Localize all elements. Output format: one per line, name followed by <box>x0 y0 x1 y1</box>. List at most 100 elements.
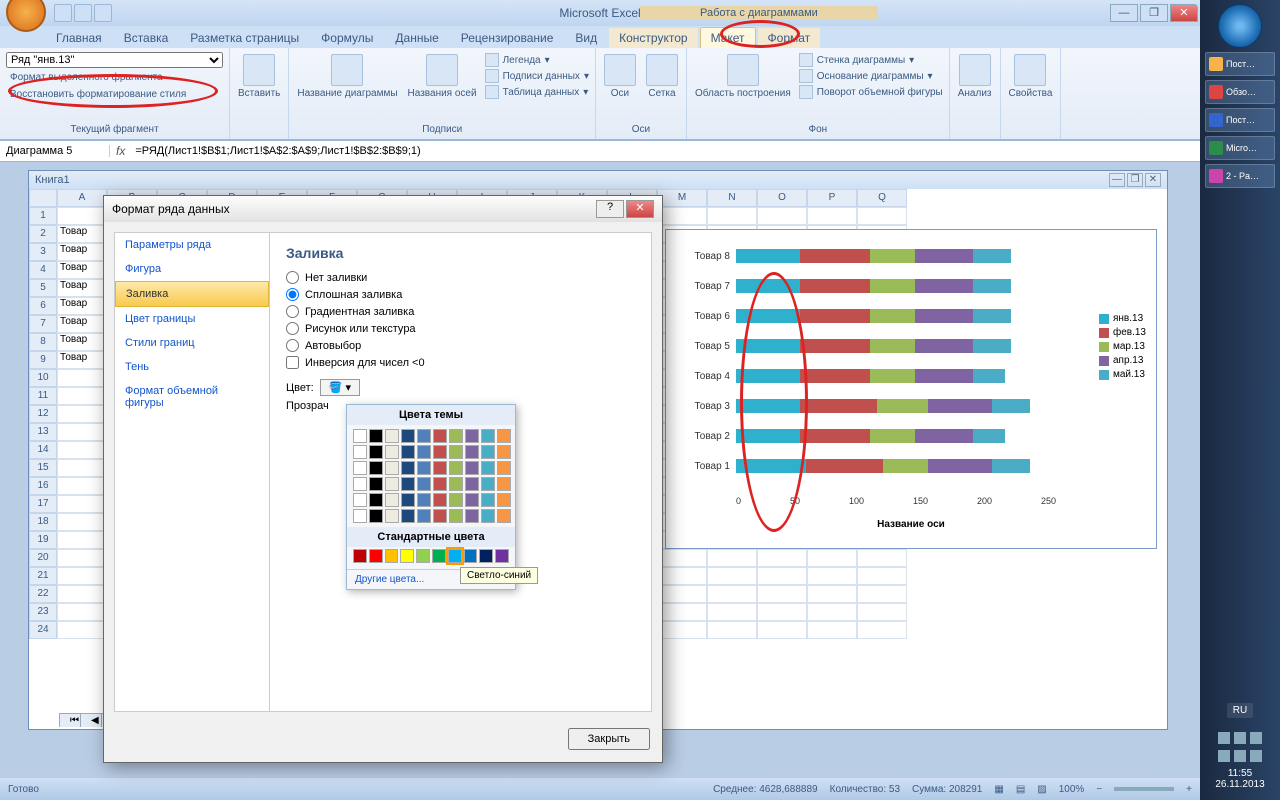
color-swatch[interactable] <box>353 493 367 507</box>
tray-icon[interactable] <box>1250 732 1262 744</box>
color-swatch[interactable] <box>417 477 431 491</box>
gridlines-button[interactable]: Сетка <box>644 52 680 101</box>
color-swatch[interactable] <box>369 509 383 523</box>
cell[interactable] <box>857 207 907 225</box>
color-swatch[interactable] <box>417 493 431 507</box>
legend-item[interactable]: мар.13 <box>1099 341 1146 352</box>
color-picker-button[interactable]: 🪣 ▾ <box>320 379 360 396</box>
cell[interactable] <box>807 585 857 603</box>
bar-segment[interactable] <box>973 309 1011 323</box>
dialog-titlebar[interactable]: Формат ряда данных ?✕ <box>104 196 662 222</box>
clock-date[interactable]: 26.11.2013 <box>1206 779 1274 790</box>
tab-view[interactable]: Вид <box>565 28 607 48</box>
bar-segment[interactable] <box>973 249 1011 263</box>
row-header[interactable]: 7 <box>29 315 57 333</box>
view-normal-icon[interactable]: ▦ <box>994 784 1003 795</box>
color-swatch[interactable] <box>449 477 463 491</box>
bar-segment[interactable] <box>870 429 915 443</box>
bar-segment[interactable] <box>915 279 973 293</box>
bar-segment[interactable] <box>736 249 800 263</box>
cell[interactable] <box>657 207 707 225</box>
cell[interactable] <box>57 495 107 513</box>
cell[interactable] <box>757 621 807 639</box>
color-swatch[interactable] <box>385 493 399 507</box>
color-swatch[interactable] <box>495 549 509 563</box>
color-swatch[interactable] <box>385 509 399 523</box>
book-max-button[interactable]: ❐ <box>1127 173 1143 187</box>
tab-home[interactable]: Главная <box>46 28 112 48</box>
color-swatch[interactable] <box>481 509 495 523</box>
color-swatch[interactable] <box>432 549 446 563</box>
color-swatch[interactable] <box>416 549 430 563</box>
row-header[interactable]: 19 <box>29 531 57 549</box>
bar-segment[interactable] <box>870 249 915 263</box>
tab-chart-layout[interactable]: Макет <box>700 27 756 48</box>
cell[interactable] <box>807 207 857 225</box>
fill-none-radio[interactable] <box>286 271 299 284</box>
taskbar-item-5[interactable]: 2 - Pa… <box>1205 164 1275 188</box>
color-swatch[interactable] <box>497 445 511 459</box>
fill-gradient-radio[interactable] <box>286 305 299 318</box>
cell[interactable] <box>57 621 107 639</box>
bar-segment[interactable] <box>870 339 915 353</box>
tab-review[interactable]: Рецензирование <box>451 28 564 48</box>
cell[interactable] <box>707 207 757 225</box>
embedded-chart[interactable]: Товар 8Товар 7Товар 6Товар 5Товар 4Товар… <box>665 229 1157 549</box>
cell[interactable] <box>707 603 757 621</box>
tab-chart-format[interactable]: Формат <box>758 28 821 48</box>
row-header[interactable]: 21 <box>29 567 57 585</box>
row-header[interactable]: 23 <box>29 603 57 621</box>
row-header[interactable]: 1 <box>29 207 57 225</box>
save-icon[interactable] <box>54 4 72 22</box>
row-header[interactable]: 16 <box>29 477 57 495</box>
plot-area-button[interactable]: Область построения <box>693 52 793 101</box>
bar-segment[interactable] <box>973 369 1005 383</box>
dialog-close-button[interactable]: ✕ <box>626 200 654 218</box>
bar-segment[interactable] <box>806 459 883 473</box>
bar-segment[interactable] <box>870 279 915 293</box>
bar-segment[interactable] <box>915 369 973 383</box>
chart-wall-button[interactable]: Стенка диаграммы ▾ <box>799 52 943 68</box>
bar-segment[interactable] <box>973 429 1005 443</box>
row-header[interactable]: 8 <box>29 333 57 351</box>
bar-segment[interactable] <box>736 369 800 383</box>
color-swatch[interactable] <box>385 477 399 491</box>
cell[interactable]: Товар <box>57 297 107 315</box>
book-close-button[interactable]: ✕ <box>1145 173 1161 187</box>
row-header[interactable]: 20 <box>29 549 57 567</box>
color-swatch[interactable] <box>353 445 367 459</box>
nav-3d-format[interactable]: Формат объемной фигуры <box>115 379 269 415</box>
analysis-button[interactable]: Анализ <box>956 52 994 101</box>
color-swatch[interactable] <box>479 549 493 563</box>
zoom-level[interactable]: 100% <box>1059 784 1085 795</box>
color-swatch[interactable] <box>481 477 495 491</box>
color-swatch[interactable] <box>449 461 463 475</box>
nav-border-styles[interactable]: Стили границ <box>115 331 269 355</box>
color-swatch[interactable] <box>433 477 447 491</box>
invert-negative-checkbox[interactable] <box>286 356 299 369</box>
start-button[interactable] <box>1218 4 1262 48</box>
color-swatch[interactable] <box>401 445 415 459</box>
bar-segment[interactable] <box>928 459 992 473</box>
chart-element-dropdown[interactable]: Ряд "янв.13" <box>6 52 223 68</box>
color-swatch[interactable] <box>369 477 383 491</box>
tray-icon[interactable] <box>1218 732 1230 744</box>
color-swatch[interactable] <box>417 445 431 459</box>
bar-segment[interactable] <box>800 399 877 413</box>
cell[interactable] <box>57 585 107 603</box>
color-swatch[interactable] <box>465 445 479 459</box>
color-swatch[interactable] <box>353 549 367 563</box>
color-swatch[interactable] <box>369 445 383 459</box>
bar-segment[interactable] <box>870 369 915 383</box>
color-swatch[interactable] <box>433 461 447 475</box>
bar-segment[interactable] <box>870 309 915 323</box>
view-break-icon[interactable]: ▨ <box>1037 784 1046 795</box>
color-swatch[interactable] <box>465 493 479 507</box>
cell[interactable] <box>807 621 857 639</box>
bar-segment[interactable] <box>973 339 1011 353</box>
color-swatch[interactable] <box>464 549 478 563</box>
bar-segment[interactable] <box>928 399 992 413</box>
name-box[interactable]: Диаграмма 5 <box>0 145 110 157</box>
clock-time[interactable]: 11:55 <box>1206 768 1274 779</box>
properties-button[interactable]: Свойства <box>1007 52 1055 101</box>
